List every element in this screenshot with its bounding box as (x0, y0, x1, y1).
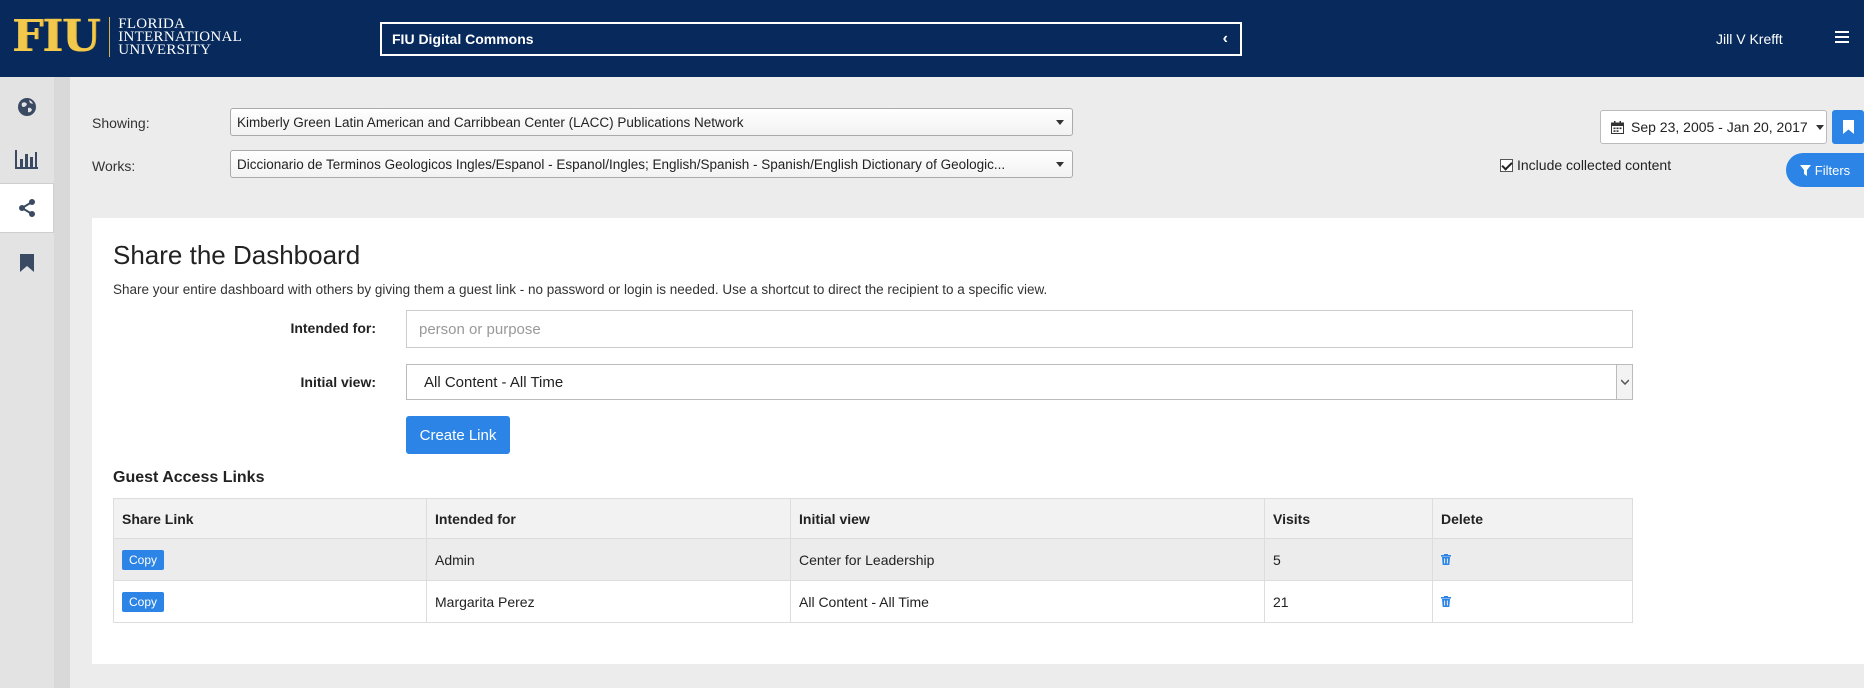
column-header: Delete (1432, 498, 1633, 539)
intended-for-label: Intended for: (290, 320, 376, 336)
table-header-row: Share Link Intended for Initial view Vis… (113, 498, 1633, 539)
filters-button-label: Filters (1814, 162, 1851, 178)
filters-button[interactable]: Filters (1786, 153, 1864, 187)
caret-down-icon (1056, 120, 1064, 125)
chevron-left-icon: ‹ (1222, 30, 1228, 47)
include-collected: Include collected content (1500, 157, 1671, 173)
visits-cell: 5 (1264, 538, 1433, 581)
chevron-down-icon (1616, 365, 1632, 399)
share-link-cell: Copy (113, 538, 427, 581)
trash-icon[interactable] (1441, 595, 1451, 607)
table-row: Copy Admin Center for Leadership 5 (113, 538, 1633, 581)
column-header: Visits (1264, 498, 1433, 539)
create-link-button[interactable]: Create Link (406, 416, 510, 454)
initial-view-cell: All Content - All Time (790, 580, 1265, 623)
sidebar-item-bookmarks[interactable] (0, 238, 54, 288)
copy-link-button[interactable]: Copy (122, 591, 165, 612)
share-description: Share your entire dashboard with others … (113, 282, 1048, 297)
caret-down-icon (1815, 124, 1824, 130)
trash-icon[interactable] (1441, 553, 1451, 565)
works-label: Works: (92, 158, 136, 174)
copy-link-button[interactable]: Copy (122, 549, 165, 570)
initial-view-label: Initial view: (300, 374, 376, 390)
include-collected-checkbox[interactable] (1500, 158, 1513, 172)
showing-label: Showing: (92, 115, 150, 131)
share-dashboard-panel: Share the Dashboard Share your entire da… (92, 218, 1864, 664)
sidebar-divider (54, 77, 70, 688)
column-header: Initial view (790, 498, 1265, 539)
sidebar-item-share[interactable] (0, 183, 54, 233)
page-title: Share the Dashboard (113, 240, 361, 270)
funnel-icon (1799, 164, 1811, 176)
include-collected-label: Include collected content (1517, 157, 1672, 173)
left-sidebar (0, 77, 70, 688)
intended-for-cell: Admin (426, 538, 791, 581)
initial-view-value: All Content - All Time (424, 373, 564, 391)
works-select[interactable]: Diccionario de Terminos Geologicos Ingle… (230, 150, 1073, 178)
works-value: Diccionario de Terminos Geologicos Ingle… (237, 156, 1006, 172)
bookmark-view-button[interactable] (1832, 110, 1864, 144)
intended-for-cell: Margarita Perez (426, 580, 791, 623)
guest-links-title: Guest Access Links (113, 469, 265, 486)
intended-for-input[interactable] (406, 310, 1633, 348)
share-link-cell: Copy (113, 580, 427, 623)
fiu-logo[interactable]: FIU FLORIDA INTERNATIONAL UNIVERSITY (12, 14, 242, 60)
logo-wordmark: FLORIDA INTERNATIONAL UNIVERSITY (118, 16, 242, 58)
calendar-icon (1611, 120, 1624, 134)
delete-cell (1432, 538, 1633, 581)
visits-cell: 21 (1264, 580, 1433, 623)
bar-chart-icon (15, 150, 38, 169)
user-name[interactable]: Jill V Krefft (1716, 31, 1783, 47)
date-range-label: Sep 23, 2005 - Jan 20, 2017 (1631, 119, 1808, 135)
globe-icon (18, 98, 36, 116)
table-row: Copy Margarita Perez All Content - All T… (113, 580, 1633, 623)
bookmark-icon (1842, 120, 1854, 134)
sidebar-item-globe[interactable] (0, 82, 54, 132)
column-header: Intended for (426, 498, 791, 539)
sidebar-item-charts[interactable] (0, 134, 54, 184)
logo-mark: FIU (12, 11, 100, 62)
caret-down-icon (1056, 162, 1064, 167)
bookmark-icon (20, 254, 34, 272)
site-selector[interactable]: FIU Digital Commons ‹ (380, 22, 1242, 56)
logo-divider (109, 17, 111, 57)
top-header: FIU FLORIDA INTERNATIONAL UNIVERSITY FIU… (0, 0, 1864, 77)
share-icon (18, 199, 35, 217)
hamburger-menu-icon[interactable] (1835, 31, 1849, 43)
initial-view-cell: Center for Leadership (790, 538, 1265, 581)
initial-view-select[interactable]: All Content - All Time (406, 364, 1633, 400)
showing-select[interactable]: Kimberly Green Latin American and Carrib… (230, 108, 1073, 136)
guest-links-table: Share Link Intended for Initial view Vis… (113, 498, 1633, 623)
showing-value: Kimberly Green Latin American and Carrib… (237, 114, 744, 130)
date-range-button[interactable]: Sep 23, 2005 - Jan 20, 2017 (1600, 110, 1827, 144)
delete-cell (1432, 580, 1633, 623)
logo-line: UNIVERSITY (118, 41, 212, 58)
site-selector-label: FIU Digital Commons (392, 31, 534, 47)
column-header: Share Link (113, 498, 427, 539)
